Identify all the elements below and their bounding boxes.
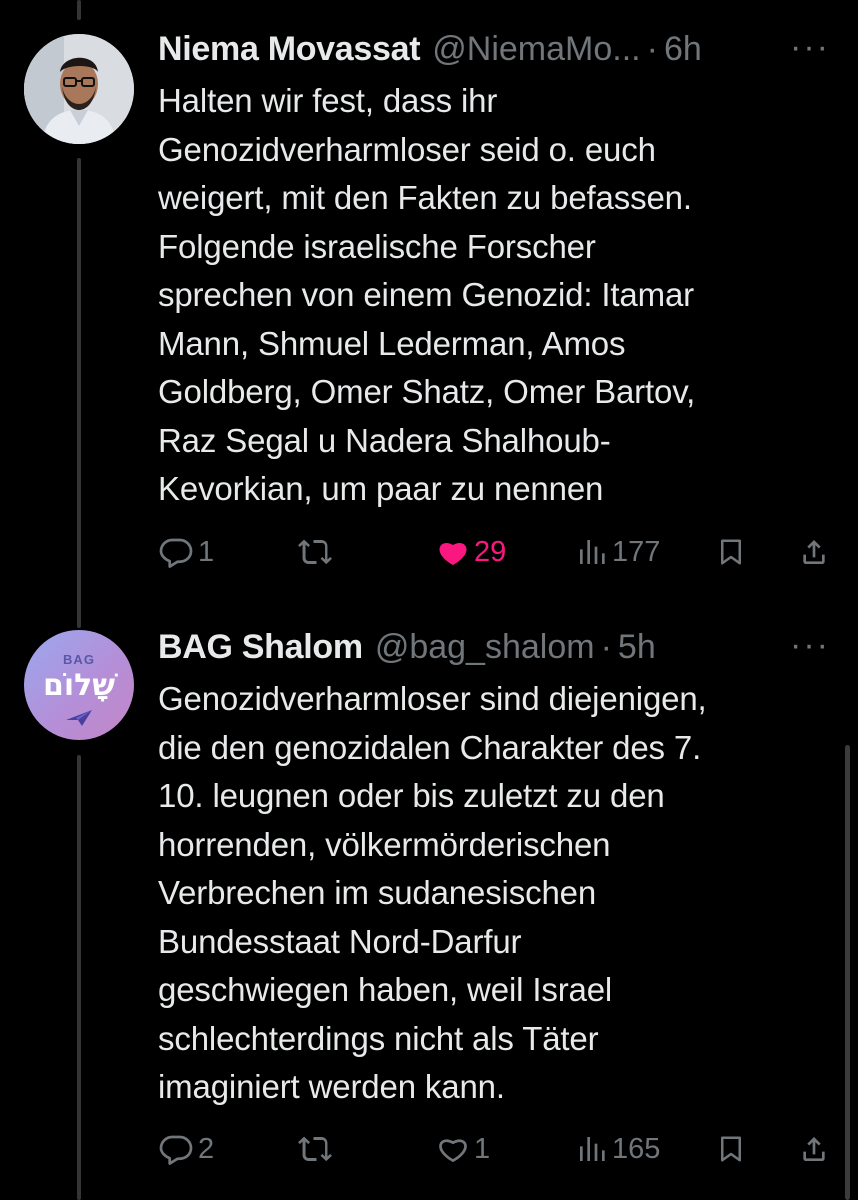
share-button[interactable] bbox=[798, 1127, 830, 1171]
view-count: 177 bbox=[612, 535, 661, 568]
like-button[interactable]: 1 bbox=[436, 1127, 490, 1171]
tweet[interactable]: Niema Movassat @NiemaMo... · 6h ··· Halt… bbox=[0, 0, 858, 600]
bookmark-button[interactable] bbox=[716, 530, 746, 574]
reply-icon bbox=[159, 538, 193, 568]
user-handle[interactable]: @NiemaMo... bbox=[432, 30, 640, 69]
display-name[interactable]: BAG Shalom bbox=[158, 628, 363, 667]
paper-plane-icon bbox=[66, 710, 92, 726]
display-name[interactable]: Niema Movassat bbox=[158, 30, 421, 69]
text-line: Halten wir fest, dass ihr bbox=[158, 82, 498, 119]
timestamp[interactable]: 6h bbox=[664, 30, 702, 69]
text-line: sprechen von einem Genozid: Itamar bbox=[158, 276, 695, 313]
more-icon[interactable]: ··· bbox=[790, 28, 830, 67]
bookmark-icon bbox=[721, 539, 741, 565]
timestamp[interactable]: 5h bbox=[618, 628, 656, 667]
reply-count: 2 bbox=[198, 1132, 215, 1165]
avatar-logo-text: שָׁלוֹם bbox=[42, 668, 116, 703]
share-button[interactable] bbox=[798, 530, 830, 574]
reply-button[interactable]: 2 bbox=[158, 1127, 214, 1171]
share-icon bbox=[803, 540, 825, 564]
text-line: imaginiert werden kann. bbox=[158, 1068, 505, 1105]
tweet-header: BAG Shalom @bag_shalom · 5h ··· bbox=[158, 624, 838, 670]
avatar-photo bbox=[24, 34, 134, 144]
text-line: horrenden, völkermörderischen bbox=[158, 825, 611, 863]
reply-icon bbox=[159, 1135, 193, 1165]
text-line: weigert, mit den Fakten zu befassen. bbox=[158, 179, 692, 216]
retweet-button[interactable] bbox=[296, 1127, 338, 1171]
like-icon bbox=[439, 543, 467, 566]
views-icon bbox=[580, 540, 605, 564]
reply-count: 1 bbox=[198, 535, 215, 568]
like-icon bbox=[439, 1139, 467, 1162]
action-bar: 1 29 177 bbox=[158, 530, 838, 574]
text-line: Kevorkian, um paar zu nennen bbox=[158, 470, 604, 507]
retweet-icon bbox=[298, 539, 332, 565]
text-line: geschwiegen haben, weil Israel bbox=[158, 971, 613, 1008]
views-icon bbox=[580, 1137, 605, 1161]
separator-dot: · bbox=[600, 627, 612, 666]
text-line: Folgende israelische Forscher bbox=[158, 227, 596, 265]
text-line: Verbrechen im sudanesischen bbox=[158, 874, 597, 911]
retweet-icon bbox=[298, 1136, 332, 1162]
text-line: Raz Segal u Nadera Shalhoub- bbox=[158, 421, 611, 459]
text-line: die den genozidalen Charakter des 7. bbox=[158, 728, 702, 766]
text-line: Goldberg, Omer Shatz, Omer Bartov, bbox=[158, 373, 696, 410]
scrollbar[interactable] bbox=[845, 745, 850, 1200]
like-count: 1 bbox=[474, 1132, 491, 1165]
retweet-button[interactable] bbox=[296, 530, 338, 574]
like-count: 29 bbox=[474, 535, 507, 568]
avatar-top-text: BAG bbox=[63, 652, 95, 667]
views-button[interactable]: 177 bbox=[576, 530, 660, 574]
tweet[interactable]: BAG שָׁלוֹם BAG Shalom @bag_shalom · 5h … bbox=[0, 600, 858, 1200]
avatar[interactable] bbox=[24, 34, 134, 144]
separator-dot: · bbox=[646, 29, 658, 68]
action-bar: 2 1 165 bbox=[158, 1127, 838, 1171]
views-button[interactable]: 165 bbox=[576, 1127, 660, 1171]
reply-button[interactable]: 1 bbox=[158, 530, 214, 574]
text-line: Mann, Shmuel Lederman, Amos bbox=[158, 324, 626, 362]
text-line: 10. leugnen oder bis zuletzt zu den bbox=[158, 777, 665, 814]
tweet-text: Genozidverharmloser sind diejenigen, die… bbox=[158, 675, 838, 1112]
view-count: 165 bbox=[612, 1132, 661, 1165]
bookmark-button[interactable] bbox=[716, 1127, 746, 1171]
text-line: schlechterdings nicht als Täter bbox=[158, 1019, 599, 1057]
tweet-header: Niema Movassat @NiemaMo... · 6h ··· bbox=[158, 26, 838, 72]
bookmark-icon bbox=[721, 1136, 741, 1162]
more-icon[interactable]: ··· bbox=[790, 626, 830, 665]
user-handle[interactable]: @bag_shalom bbox=[375, 628, 595, 667]
like-button[interactable]: 29 bbox=[436, 530, 506, 574]
text-line: Genozidverharmloser seid o. euch bbox=[158, 130, 656, 168]
avatar[interactable]: BAG שָׁלוֹם bbox=[24, 630, 134, 740]
text-line: Bundesstaat Nord-Darfur bbox=[158, 922, 522, 960]
text-line: Genozidverharmloser sind diejenigen, bbox=[158, 680, 707, 717]
share-icon bbox=[803, 1137, 825, 1161]
tweet-text: Halten wir fest, dass ihr Genozidverharm… bbox=[158, 77, 838, 514]
